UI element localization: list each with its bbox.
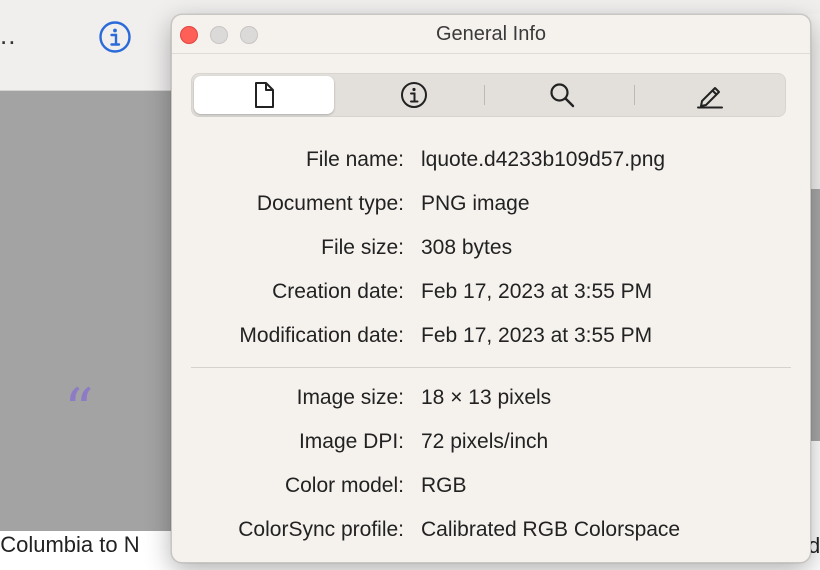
- info-row-creation-date: Creation date: Feb 17, 2023 at 3:55 PM: [172, 280, 810, 310]
- info-value: 308 bytes: [421, 236, 513, 259]
- pencil-icon: [697, 87, 723, 109]
- info-value: 18 × 13 pixels: [421, 386, 552, 409]
- tab-annotations[interactable]: [636, 74, 784, 116]
- image-preview-area: “: [0, 91, 171, 531]
- tab-general-info[interactable]: [194, 76, 334, 114]
- info-value: RGB: [421, 474, 467, 497]
- info-row-modification-date: Modification date: Feb 17, 2023 at 3:55 …: [172, 324, 810, 354]
- info-value: Feb 17, 2023 at 3:55 PM: [421, 324, 653, 347]
- document-icon: [255, 82, 274, 108]
- tab-keywords-search[interactable]: [488, 74, 636, 116]
- info-row-color-model: Color model: RGB: [172, 474, 810, 504]
- general-info-window: General Info File name: lquote.d4233b109…: [171, 14, 811, 563]
- info-label: Document type:: [256, 192, 404, 215]
- info-label: ColorSync profile:: [238, 518, 404, 541]
- info-icon[interactable]: [98, 20, 132, 54]
- inspector-tabs: [191, 73, 786, 117]
- info-value: 72 pixels/inch: [421, 430, 549, 453]
- left-quote-image: “: [64, 376, 94, 444]
- info-label: Modification date:: [239, 324, 404, 347]
- info-row-file-size: File size: 308 bytes: [172, 236, 810, 266]
- info-label: Color model:: [284, 474, 404, 497]
- background-caption: ı Columbia to N: [0, 532, 140, 557]
- info-row-colorsync-profile: ColorSync profile: Calibrated RGB Colors…: [172, 518, 810, 548]
- window-title: General Info: [435, 23, 547, 45]
- toolbar-overflow-text: ..: [0, 20, 17, 50]
- info-label: Creation date:: [272, 280, 404, 303]
- info-label: File name:: [305, 148, 404, 171]
- info-value: lquote.d4233b109d57.png: [421, 148, 666, 171]
- info-row-document-type: Document type: PNG image: [172, 192, 810, 222]
- info-value: PNG image: [421, 192, 530, 215]
- info-label: Image size:: [296, 386, 404, 409]
- info-row-image-dpi: Image DPI: 72 pixels/inch: [172, 430, 810, 460]
- tab-more-info[interactable]: [340, 74, 488, 116]
- info-value: Calibrated RGB Colorspace: [421, 518, 681, 541]
- info-row-image-size: Image size: 18 × 13 pixels: [172, 386, 810, 416]
- info-label: Image DPI:: [298, 430, 404, 453]
- info-value: Feb 17, 2023 at 3:55 PM: [421, 280, 653, 303]
- section-divider: [191, 367, 791, 368]
- info-icon: [401, 82, 427, 108]
- tab-divider: [484, 85, 485, 105]
- search-icon: [550, 83, 575, 108]
- title-bar[interactable]: General Info: [172, 15, 810, 54]
- tab-divider: [634, 85, 635, 105]
- info-label: File size:: [321, 236, 404, 259]
- info-row-file-name: File name: lquote.d4233b109d57.png: [172, 148, 810, 178]
